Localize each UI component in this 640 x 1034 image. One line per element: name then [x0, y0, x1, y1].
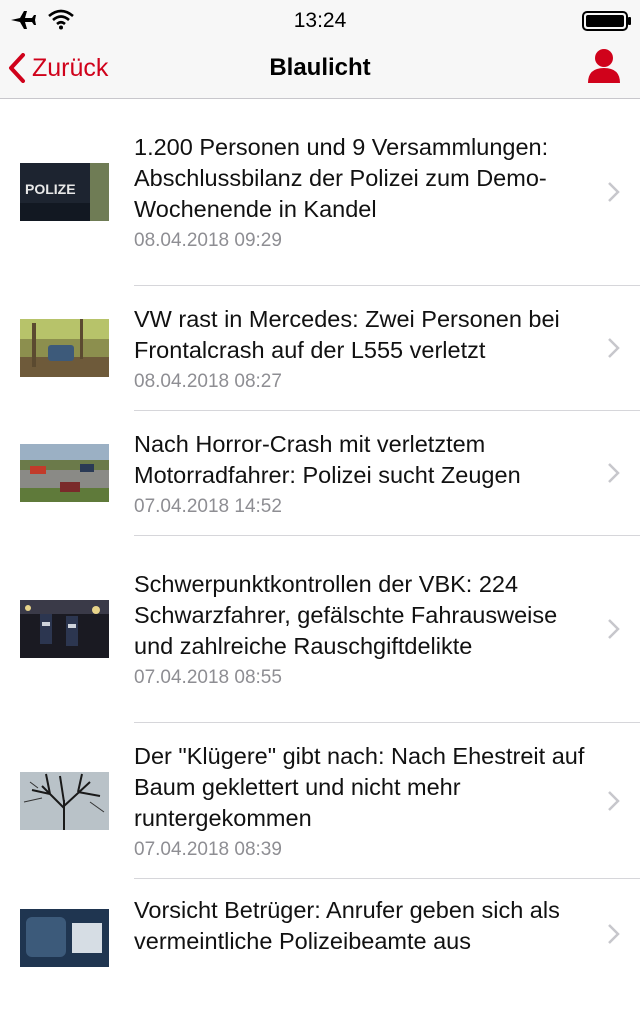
article-date: 07.04.2018 14:52: [134, 495, 282, 517]
status-time: 13:24: [293, 9, 347, 32]
status-bar: 13:24: [0, 0, 640, 40]
thumbnail-police: POLIZE: [20, 163, 109, 221]
article-date: 07.04.2018 08:55: [134, 667, 282, 688]
article-title: VW rast in Mercedes: Zwei Personen bei F…: [134, 305, 560, 363]
article-list: POLIZE 1.200 Personen und 9 Versammlunge…: [0, 99, 640, 1034]
chevron-right-icon: [608, 182, 620, 202]
chevron-right-icon: [608, 463, 620, 483]
article-title: Der "Klügere" gibt nach: Nach Ehestreit …: [134, 742, 585, 831]
chevron-right-icon: [608, 924, 620, 944]
article-date: 08.04.2018 09:29: [134, 230, 282, 251]
article-date: 07.04.2018 08:39: [134, 838, 282, 860]
chevron-right-icon: [608, 790, 620, 811]
article-date: 08.04.2018 08:27: [134, 370, 282, 392]
chevron-right-icon: [608, 338, 620, 358]
article-title: Nach Horror-Crash mit verletztem Motorra…: [134, 430, 521, 488]
thumbnail-crash-forest: [20, 319, 109, 377]
thumbnail-tree: [20, 771, 109, 830]
article-title: Vorsicht Betrüger: Anrufer geben sich al…: [134, 897, 560, 954]
list-item[interactable]: POLIZE 1.200 Personen und 9 Versammlunge…: [0, 99, 640, 285]
thumbnail-phone: [20, 909, 109, 967]
list-item[interactable]: Der "Klügere" gibt nach: Nach Ehestreit …: [0, 723, 640, 878]
navigation-bar: Zurück Blaulicht: [0, 40, 640, 99]
thumbnail-night-control: [20, 600, 109, 658]
page-title: Blaulicht: [269, 54, 371, 81]
list-item[interactable]: Vorsicht Betrüger: Anrufer geben sich al…: [0, 879, 640, 1034]
user-icon[interactable]: [586, 47, 622, 85]
list-item[interactable]: VW rast in Mercedes: Zwei Personen bei F…: [0, 286, 640, 410]
list-item[interactable]: Nach Horror-Crash mit verletztem Motorra…: [0, 411, 640, 535]
thumb-police-text: POLIZE: [25, 181, 76, 197]
thumbnail-road-crash: [20, 444, 109, 502]
chevron-right-icon: [608, 619, 620, 639]
list-item[interactable]: Schwerpunktkontrollen der VBK: 224 Schwa…: [0, 536, 640, 722]
article-title: Schwerpunktkontrollen der VBK: 224 Schwa…: [134, 571, 558, 659]
battery-icon: [582, 11, 631, 31]
article-title: 1.200 Personen und 9 Versammlungen: Absc…: [134, 134, 549, 222]
